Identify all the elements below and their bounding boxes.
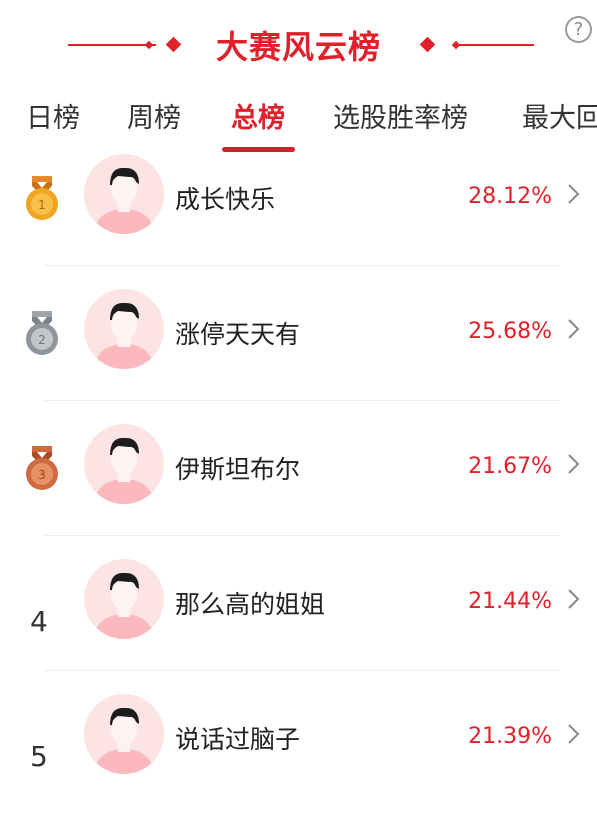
user-name: 说话过脑子	[175, 725, 301, 754]
help-icon[interactable]: ?	[565, 16, 592, 43]
leaderboard-tabs: 日榜 周榜 总榜 选股胜率榜 最大回	[0, 90, 597, 152]
rank-number: 5	[30, 740, 48, 773]
divider	[45, 670, 560, 671]
default-avatar-icon[interactable]	[84, 424, 164, 504]
return-rate: 28.12%	[468, 184, 552, 209]
chevron-right-icon[interactable]	[566, 317, 582, 341]
default-avatar-icon[interactable]	[84, 559, 164, 639]
list-item[interactable]: 1 成长快乐 28.12%	[0, 152, 597, 287]
medal-gold-icon: 1	[26, 176, 58, 220]
svg-text:3: 3	[38, 468, 46, 482]
return-rate: 21.39%	[468, 724, 552, 749]
user-name: 涨停天天有	[175, 320, 301, 349]
return-rate: 21.67%	[468, 454, 552, 479]
chevron-right-icon[interactable]	[566, 452, 582, 476]
user-name: 成长快乐	[175, 185, 276, 214]
return-rate: 25.68%	[468, 319, 552, 344]
medal-bronze-icon: 3	[26, 446, 58, 490]
list-item[interactable]: 4 那么高的姐姐 21.44%	[0, 557, 597, 692]
user-name: 伊斯坦布尔	[175, 455, 301, 484]
divider	[45, 535, 560, 536]
list-item[interactable]: 5 说话过脑子 21.39%	[0, 692, 597, 827]
leaderboard-header: 大赛风云榜 ?	[0, 0, 597, 90]
tab-weekly[interactable]: 周榜	[127, 96, 181, 135]
svg-text:1: 1	[38, 198, 46, 212]
rank-number: 4	[30, 605, 48, 638]
divider	[45, 400, 560, 401]
default-avatar-icon[interactable]	[84, 154, 164, 234]
list-item[interactable]: 2 涨停天天有 25.68%	[0, 287, 597, 422]
default-avatar-icon[interactable]	[84, 694, 164, 774]
return-rate: 21.44%	[468, 589, 552, 614]
chevron-right-icon[interactable]	[566, 182, 582, 206]
divider	[45, 265, 560, 266]
tab-stock-win-rate[interactable]: 选股胜率榜	[333, 96, 468, 135]
user-name: 那么高的姐姐	[175, 590, 326, 619]
list-item[interactable]: 3 伊斯坦布尔 21.67%	[0, 422, 597, 557]
medal-silver-icon: 2	[26, 311, 58, 355]
svg-text:2: 2	[38, 333, 46, 347]
chevron-right-icon[interactable]	[566, 722, 582, 746]
chevron-right-icon[interactable]	[566, 587, 582, 611]
tab-max-drawdown[interactable]: 最大回	[522, 96, 597, 135]
default-avatar-icon[interactable]	[84, 289, 164, 369]
title-decoration-right	[418, 36, 538, 53]
tab-overall[interactable]: 总榜	[231, 96, 285, 135]
tab-daily[interactable]: 日榜	[26, 96, 80, 135]
